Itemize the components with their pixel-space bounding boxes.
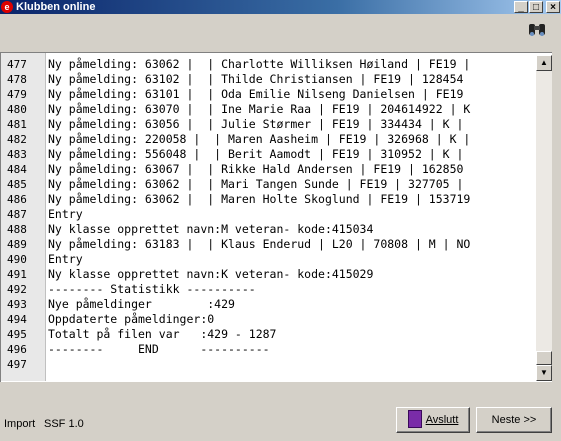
line-number: 484 — [7, 163, 27, 176]
window-title: Klubben online — [16, 1, 96, 13]
app-icon: e — [1, 1, 13, 13]
log-line: -------- END ---------- — [48, 342, 270, 356]
line-number: 480 — [7, 103, 27, 116]
line-number: 483 — [7, 148, 27, 161]
log-line: Ny påmelding: 63062 | | Maren Holte Skog… — [48, 192, 471, 206]
title-bar: e Klubben online _ □ × — [0, 0, 561, 14]
line-number: 487 — [7, 208, 27, 221]
line-number: 492 — [7, 283, 27, 296]
status-label: Import — [4, 418, 36, 430]
exit-door-icon — [407, 410, 422, 429]
vertical-scrollbar[interactable]: ▲ ▼ — [536, 55, 552, 381]
line-number: 494 — [7, 313, 27, 326]
line-number: 490 — [7, 253, 27, 266]
line-number: 477 — [7, 58, 27, 71]
log-line: Ny klasse opprettet navn:K veteran- kode… — [48, 267, 374, 281]
log-line: Entry — [48, 207, 83, 221]
toolbar — [0, 14, 561, 52]
binoculars-icon[interactable] — [526, 22, 548, 38]
scroll-down-button[interactable]: ▼ — [536, 365, 552, 381]
log-line: Ny påmelding: 220058 | | Maren Aasheim |… — [48, 132, 471, 146]
line-number: 493 — [7, 298, 27, 311]
line-number: 479 — [7, 88, 27, 101]
log-line: Ny påmelding: 63056 | | Julie Størmer | … — [48, 117, 464, 131]
scroll-thumb[interactable] — [536, 351, 552, 365]
next-button[interactable]: Neste >> — [476, 407, 552, 433]
close-button[interactable]: × — [546, 1, 560, 13]
exit-button[interactable]: Avslutt — [396, 407, 470, 433]
log-text-area[interactable]: 477 478 479 480 481 482 483 484 485 486 487 488 489 4… — [0, 52, 552, 382]
log-line: Entry — [48, 252, 83, 266]
log-line: Ny påmelding: 63067 | | Rikke Hald Ander… — [48, 162, 464, 176]
bottom-bar: Import SSF 1.0 Avslutt Neste >> — [0, 382, 561, 441]
exit-button-label: Avslutt — [425, 414, 459, 426]
line-number: 478 — [7, 73, 27, 86]
log-line: Ny påmelding: 63183 | | Klaus Enderud | … — [48, 237, 471, 251]
scroll-up-button[interactable]: ▲ — [536, 55, 552, 71]
line-number: 485 — [7, 178, 27, 191]
log-line: Ny påmelding: 556048 | | Berit Aamodt | … — [48, 147, 464, 161]
line-number: 497 — [7, 358, 27, 371]
log-line: Oppdaterte påmeldinger:0 — [48, 312, 215, 326]
line-number: 488 — [7, 223, 27, 236]
line-number: 495 — [7, 328, 27, 341]
minimize-button[interactable]: _ — [514, 1, 528, 13]
line-number: 491 — [7, 268, 27, 281]
log-line: Ny påmelding: 63070 | | Ine Marie Raa | … — [48, 102, 471, 116]
log-line: Totalt på filen var :429 - 1287 — [48, 327, 277, 341]
log-line: Ny klasse opprettet navn:M veteran- kode… — [48, 222, 374, 236]
log-line: Ny påmelding: 63062 | | Charlotte Willik… — [48, 57, 471, 71]
maximize-button[interactable]: □ — [529, 1, 543, 13]
line-number: 486 — [7, 193, 27, 206]
log-line: Ny påmelding: 63062 | | Mari Tangen Sund… — [48, 177, 464, 191]
log-line: Ny påmelding: 63102 | | Thilde Christian… — [48, 72, 464, 86]
status-format: SSF 1.0 — [44, 418, 84, 430]
line-number: 482 — [7, 133, 27, 146]
line-number-gutter: 477 478 479 480 481 482 483 484 485 486 487 488 489 4… — [1, 53, 46, 381]
log-line: Nye påmeldinger :429 — [48, 297, 235, 311]
line-number: 496 — [7, 343, 27, 356]
line-number: 481 — [7, 118, 27, 131]
log-line: -------- Statistikk ---------- — [48, 282, 256, 296]
log-line: Ny påmelding: 63101 | | Oda Emilie Nilse… — [48, 87, 464, 101]
line-number: 489 — [7, 238, 27, 251]
